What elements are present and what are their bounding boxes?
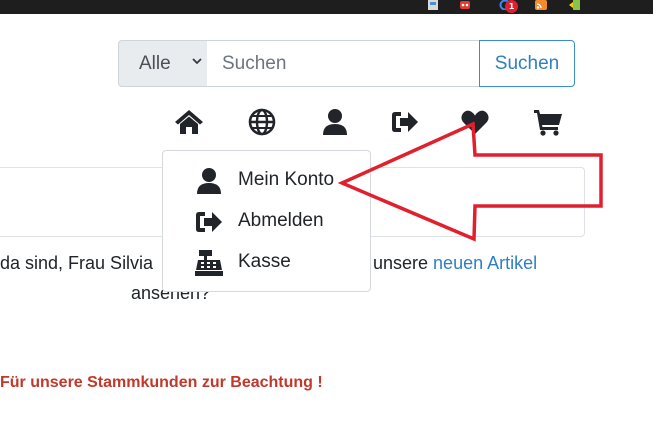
welcome-prefix: unsere xyxy=(373,253,434,273)
user-icon[interactable] xyxy=(320,107,350,137)
user-icon xyxy=(197,168,221,194)
dropdown-item-label: Kasse xyxy=(238,251,291,272)
sign-out-icon[interactable] xyxy=(390,107,420,137)
cash-register-icon xyxy=(195,250,223,276)
regular-customers-notice: Für unsere Stammkunden zur Beachtung ! xyxy=(0,374,323,391)
globe-icon[interactable] xyxy=(247,107,277,137)
heart-icon[interactable] xyxy=(460,107,490,137)
cart-icon[interactable] xyxy=(533,107,563,137)
dropdown-item-label: Mein Konto xyxy=(238,169,335,190)
welcome-text-left: da sind, Frau Silvia xyxy=(0,253,154,273)
dropdown-item-label: Abmelden xyxy=(238,210,324,231)
document-icon[interactable] xyxy=(427,0,439,10)
account-dropdown: Mein Konto Abmelden Kasse xyxy=(162,150,371,292)
welcome-text-right: unsere neuen Artikel xyxy=(373,253,537,274)
home-icon[interactable] xyxy=(174,107,204,137)
chevron-down-icon xyxy=(192,58,202,65)
dropdown-item-my-account[interactable]: Mein Konto xyxy=(163,161,370,201)
browser-extension-bar: 1 xyxy=(0,0,653,14)
new-articles-link[interactable]: neuen Artikel xyxy=(433,253,537,273)
sign-out-icon xyxy=(196,212,222,232)
search-button[interactable]: Suchen xyxy=(479,40,575,87)
dropdown-item-checkout[interactable]: Kasse xyxy=(163,243,370,283)
exit-door-icon[interactable] xyxy=(569,0,581,10)
rss-icon[interactable] xyxy=(535,0,547,10)
robot-icon[interactable] xyxy=(459,0,471,10)
search-input[interactable]: Suchen xyxy=(207,40,480,87)
dropdown-item-logout[interactable]: Abmelden xyxy=(163,202,370,242)
extension-badge: 1 xyxy=(505,0,518,13)
